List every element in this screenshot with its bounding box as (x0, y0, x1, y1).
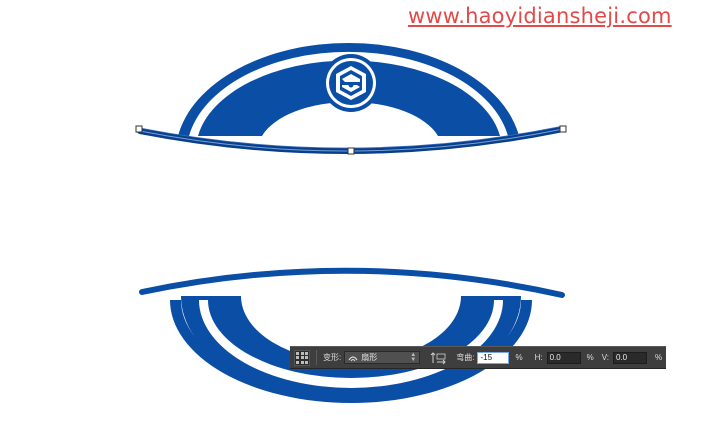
reference-point-grid-icon[interactable] (294, 349, 310, 366)
v-distortion-input[interactable] (612, 351, 647, 364)
bend-unit: % (515, 353, 523, 362)
h-label: H: (534, 353, 543, 362)
transform-handle-right[interactable] (559, 125, 567, 133)
h-distortion-input[interactable] (546, 351, 581, 364)
warp-style-value: 扇形 (361, 353, 378, 362)
arc-warp-icon (348, 355, 358, 361)
bend-label: 弯曲: (456, 353, 475, 362)
logo-bottom-half (139, 267, 565, 403)
warp-orientation-icon[interactable] (430, 351, 448, 365)
warp-style-select[interactable]: 扇形 ▲ ▼ (344, 351, 421, 364)
bend-input[interactable] (477, 351, 510, 364)
h-unit: % (586, 353, 594, 362)
bottom-top-stroke (139, 267, 565, 298)
warp-options-bar: 变形: 扇形 ▲▼ 弯曲: % H: % V: % (290, 346, 666, 369)
logo-top-half (178, 42, 519, 137)
warp-label: 变形: (323, 353, 342, 362)
toolbar-divider (316, 350, 317, 365)
emblem-icon (322, 54, 380, 112)
transform-handle-left[interactable] (135, 125, 143, 133)
transform-handle-center[interactable] (347, 147, 355, 155)
v-label: V: (601, 353, 609, 362)
v-unit: % (654, 353, 663, 362)
select-arrows-icon: ▲ ▼ (410, 352, 417, 363)
